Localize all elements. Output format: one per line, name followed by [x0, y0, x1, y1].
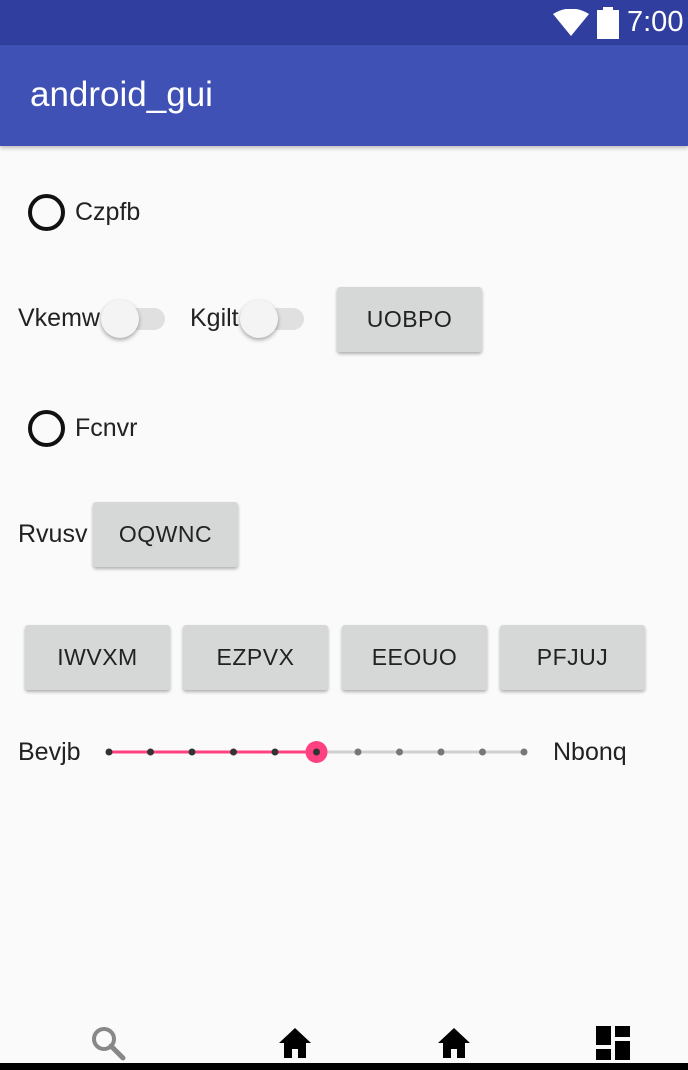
slider-tick: [396, 748, 403, 756]
switch-thumb[interactable]: [101, 300, 139, 338]
pfjuj-button[interactable]: PFJUJ: [500, 625, 645, 690]
wifi-icon: [553, 9, 589, 36]
switch-kgilt[interactable]: [240, 298, 304, 338]
slider-tick: [354, 748, 362, 756]
radio-button-circle[interactable]: [28, 193, 65, 231]
slider-tick: [188, 748, 196, 756]
switch-vkemw-label: Vkemw: [18, 304, 100, 332]
status-time: 7:00: [627, 6, 684, 38]
switch-thumb[interactable]: [240, 300, 278, 338]
dashboard-icon[interactable]: [595, 1025, 631, 1061]
radio-label: Fcnvr: [75, 413, 138, 442]
oqwnc-button[interactable]: OQWNC: [93, 502, 238, 567]
iwvxm-button[interactable]: IWVXM: [25, 625, 170, 690]
eeouo-button[interactable]: EEOUO: [342, 625, 487, 690]
battery-icon: [597, 7, 619, 39]
switch-kgilt-label: Kgilt: [190, 304, 239, 332]
search-icon[interactable]: [90, 1025, 126, 1061]
slider-tick: [437, 748, 445, 756]
bottom-navigation: [0, 1005, 688, 1070]
navigation-bar-edge: [0, 1063, 688, 1070]
slider-tick: [271, 748, 279, 756]
radio-fcnvr[interactable]: Fcnvr: [28, 408, 138, 448]
home-icon[interactable]: [277, 1025, 313, 1061]
discrete-seekbar[interactable]: [100, 732, 540, 772]
ezpvx-button[interactable]: EZPVX: [183, 625, 328, 690]
slider-tick: [230, 748, 237, 756]
radio-label: Czpfb: [75, 197, 141, 226]
slider-tick: [520, 748, 528, 756]
radio-button-circle[interactable]: [28, 409, 65, 447]
slider-right-label: Nbonq: [553, 738, 627, 766]
uobpo-button[interactable]: UOBPO: [337, 287, 482, 352]
radio-czpfb[interactable]: Czpfb: [28, 192, 140, 232]
switch-vkemw[interactable]: [101, 298, 165, 338]
slider-tick: [105, 748, 113, 756]
slider-thumb-tick: [313, 748, 320, 756]
app-bar: android_gui: [0, 45, 688, 146]
slider-tick: [147, 748, 154, 756]
slider-tick: [479, 748, 486, 756]
home-icon[interactable]: [436, 1025, 472, 1061]
app-title: android_gui: [30, 75, 213, 114]
slider-left-label: Bevjb: [18, 738, 81, 766]
rvusv-label: Rvusv: [18, 520, 88, 548]
status-bar: 7:00: [0, 0, 688, 45]
